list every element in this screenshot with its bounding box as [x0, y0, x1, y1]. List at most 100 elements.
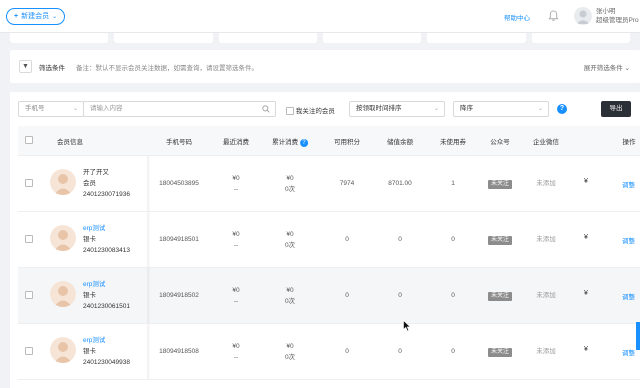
balance-cell: 8701.00: [388, 180, 412, 187]
phone-cell: 18094918502: [159, 292, 199, 299]
expand-filter-toggle[interactable]: 展开筛选条件 ⌄: [584, 62, 630, 72]
official-account-cell: 未关注: [487, 178, 513, 189]
member-info: erp测试 银卡 2401230083413: [83, 223, 130, 256]
adjust-link[interactable]: 调整: [622, 179, 635, 189]
adjust-link[interactable]: 调整: [622, 291, 635, 301]
stats-card: [218, 33, 317, 43]
user-info[interactable]: 张小明 超级管理员Pro: [596, 7, 639, 25]
status-badge: 未关注: [487, 180, 513, 189]
order-select[interactable]: 降序 ⌄: [453, 101, 549, 117]
row-checkbox[interactable]: [25, 235, 33, 243]
checkbox[interactable]: [286, 107, 294, 116]
column-header[interactable]: 最近消费: [223, 136, 249, 146]
chevron-down-icon: ⌄: [624, 65, 630, 72]
member-code: 2401230071936: [83, 191, 130, 198]
column-header: 公众号: [490, 139, 510, 146]
extra-column-cell: ¥: [584, 234, 588, 241]
table-row[interactable]: erp测试 银卡 2401230049938 18094918508 ¥0 -- …: [18, 324, 640, 380]
recent-amount: ¥0: [232, 175, 240, 182]
total-amount: ¥0: [286, 175, 294, 182]
recent-time: --: [233, 242, 239, 249]
user-avatar[interactable]: [574, 7, 592, 25]
total-consume-cell: ¥0 0次: [285, 229, 295, 251]
points-cell: 0: [345, 292, 349, 299]
stats-card: [10, 33, 109, 43]
question-icon[interactable]: ?: [299, 139, 308, 147]
status-badge: 未关注: [487, 236, 513, 245]
member-list-panel: 手机号 ⌄ 请输入内容 我关注的会员 按领取时间排序 ⌄ 降序 ⌄ ? 导出 会…: [10, 92, 640, 388]
stats-card: [114, 33, 213, 43]
official-account-cell: 未关注: [487, 346, 513, 357]
filter-bar: ▼ 筛选条件 备注：默认不显示会员关注数据，如需查询，请设置筛选条件。 展开筛选…: [10, 50, 640, 83]
bell-icon[interactable]: [548, 10, 559, 22]
filter-icon[interactable]: ▼: [19, 60, 32, 73]
stats-card-strip: [10, 33, 630, 43]
follow-label: 我关注的会员: [295, 108, 335, 115]
extra-column-cell: ¥: [584, 178, 588, 185]
member-level: 会员: [83, 180, 96, 187]
adjust-link[interactable]: 调整: [622, 347, 635, 357]
page-scrollbar[interactable]: [636, 322, 640, 350]
member-avatar: [50, 225, 76, 251]
coupons-cell: 1: [451, 180, 455, 187]
extra-column-cell: ¥: [584, 290, 588, 297]
stats-card: [322, 33, 422, 43]
follow-filter-checkbox[interactable]: 我关注的会员: [286, 105, 335, 116]
phone-cell: 18094918508: [159, 348, 199, 355]
table-row[interactable]: 开了开又 会员 2401230071936 18004503895 ¥0 -- ¥…: [18, 156, 640, 212]
wecom-cell: 未添加: [536, 180, 556, 187]
search-icon[interactable]: [262, 105, 270, 113]
sort-select[interactable]: 按领取时间排序 ⌄: [349, 101, 445, 117]
wecom-cell: 未添加: [536, 292, 556, 299]
row-checkbox[interactable]: [25, 291, 33, 299]
column-header: 企业微信: [533, 139, 559, 146]
help-question-icon[interactable]: ?: [557, 104, 567, 114]
member-avatar: [50, 169, 76, 195]
recent-time: --: [233, 354, 239, 361]
chevron-down-icon: ⌄: [52, 14, 58, 20]
help-center-link[interactable]: 帮助中心: [504, 12, 530, 22]
frozen-column-shadow: [147, 212, 151, 267]
member-nickname[interactable]: erp测试: [83, 223, 130, 234]
new-member-label: 新建会员: [21, 13, 50, 20]
sort-select-value: 按领取时间排序: [356, 105, 402, 112]
expand-filter-label: 展开筛选条件: [583, 65, 623, 72]
recent-consume-cell: ¥0 --: [232, 285, 239, 307]
member-code: 2401230083413: [83, 247, 130, 254]
total-amount: ¥0: [286, 343, 294, 350]
new-member-button[interactable]: + 新建会员 ⌄: [6, 8, 66, 25]
recent-time: --: [233, 186, 239, 193]
column-header[interactable]: 未使用券: [440, 136, 466, 146]
row-checkbox[interactable]: [25, 179, 33, 187]
table-row[interactable]: erp测试 银卡 2401230083413 18094918501 ¥0 -- …: [18, 212, 640, 268]
total-consume-cell: ¥0 0次: [285, 285, 295, 307]
column-header[interactable]: 可用积分: [334, 136, 360, 146]
total-consume-cell: ¥0 0次: [285, 341, 295, 363]
adjust-link[interactable]: 调整: [622, 235, 635, 245]
stats-card: [427, 33, 526, 43]
member-avatar: [50, 337, 76, 363]
official-account-cell: 未关注: [487, 234, 513, 245]
export-button[interactable]: 导出: [601, 101, 631, 117]
row-checkbox[interactable]: [25, 347, 33, 355]
column-header[interactable]: 累计消费 ?: [272, 136, 308, 147]
points-cell: 0: [345, 348, 349, 355]
order-select-value: 降序: [460, 105, 473, 112]
member-info: 开了开又 会员 2401230071936: [83, 167, 130, 200]
column-header[interactable]: 储值余额: [387, 136, 413, 146]
table-row[interactable]: erp测试 银卡 2401230061501 18094918502 ¥0 -- …: [18, 268, 640, 324]
member-info: erp测试 银卡 2401230061501: [83, 279, 130, 312]
column-header[interactable]: 手机号码: [166, 136, 192, 146]
select-all-checkbox[interactable]: [25, 136, 33, 144]
member-nickname[interactable]: erp测试: [83, 279, 130, 290]
extra-column-cell: ¥: [584, 346, 588, 353]
member-nickname[interactable]: erp测试: [83, 335, 130, 346]
member-nickname[interactable]: 开了开又: [83, 167, 130, 178]
points-cell: 7974: [339, 180, 355, 187]
search-type-select[interactable]: 手机号 ⌄: [18, 101, 84, 117]
filter-note: 备注：默认不显示会员关注数据，如需查询，请设置筛选条件。: [76, 65, 258, 72]
status-badge: 未关注: [487, 292, 513, 301]
frozen-column-shadow: [147, 268, 151, 323]
balance-cell: 0: [398, 292, 402, 299]
search-input[interactable]: 请输入内容: [83, 101, 276, 117]
